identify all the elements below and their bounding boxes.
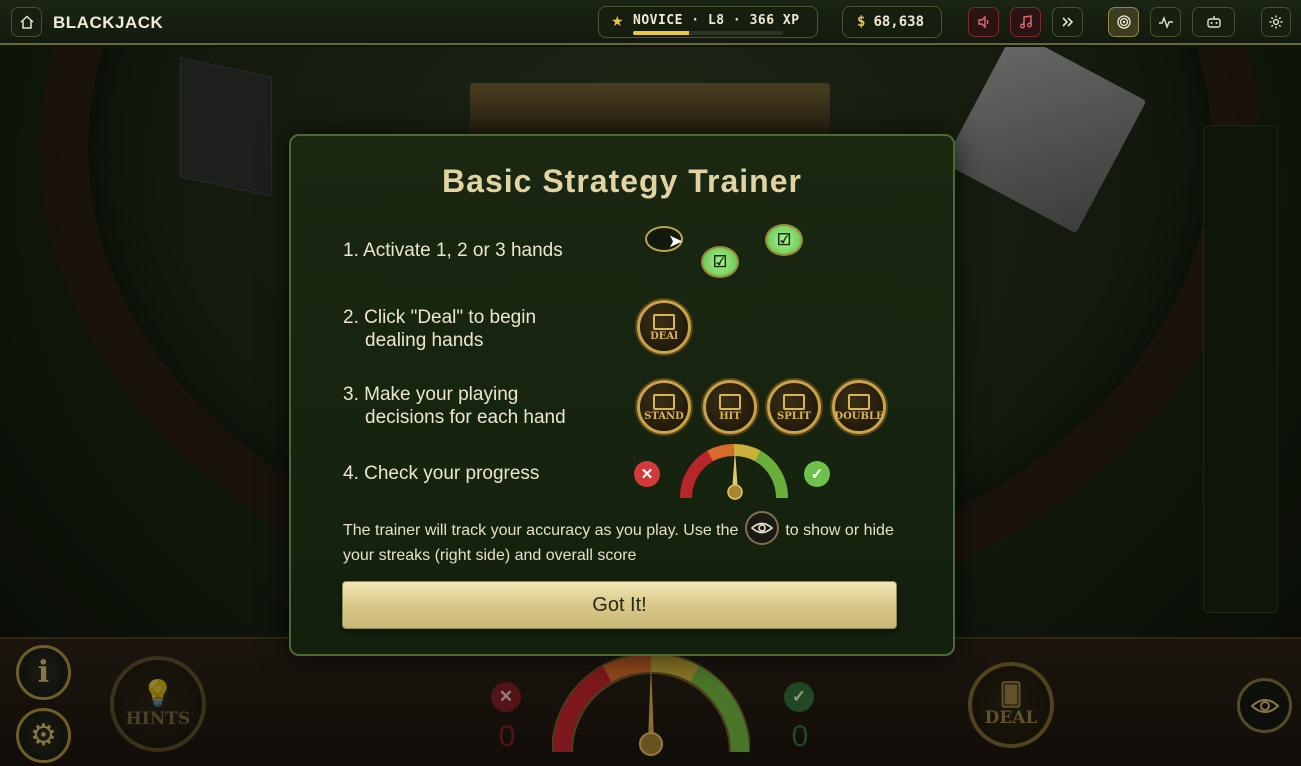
level-text: NOVICE · L8 · 366 XP <box>633 13 800 28</box>
activity-icon <box>1158 15 1173 30</box>
level-badge: ★ NOVICE · L8 · 366 XP <box>598 6 818 38</box>
step-number: 4. <box>343 463 359 484</box>
stand-coin-icon: STAND <box>637 380 691 434</box>
trainer-note: The trainer will track your accuracy as … <box>343 511 913 566</box>
step-1: 1. Activate 1, 2 or 3 hands <box>343 239 563 262</box>
home-icon <box>19 15 34 29</box>
hit-coin-icon: HIT <box>703 380 757 434</box>
game-title: BLACKJACK <box>53 13 164 32</box>
wrong-icon: ✕ <box>634 461 660 487</box>
stats-button[interactable] <box>1150 7 1181 37</box>
music-icon <box>1019 15 1032 29</box>
currency-symbol: $ <box>857 14 866 30</box>
sound-icon <box>977 15 988 29</box>
step-text: Check your progress <box>364 463 540 484</box>
trainer-dialog: Basic Strategy Trainer 1. Activate 1, 2 … <box>289 134 955 656</box>
step-text-continued: decisions for each hand <box>365 407 566 428</box>
active-betting-circle-icon: ☑ <box>701 246 739 278</box>
home-button[interactable] <box>11 7 42 37</box>
top-bar: BLACKJACK ★ NOVICE · L8 · 366 XP $ 68,63… <box>0 0 1301 45</box>
fast-forward-button[interactable] <box>1052 7 1083 37</box>
step-text: Make your playing <box>364 384 519 405</box>
cards-icon <box>653 314 675 330</box>
music-toggle-button[interactable] <box>1010 7 1041 37</box>
step-number: 3. <box>343 384 359 405</box>
xp-progress-fill <box>633 31 689 35</box>
step-text: Click "Deal" to begin <box>364 307 537 328</box>
deal-coin-icon: DEAl <box>637 300 691 354</box>
progress-gauge-icon <box>679 444 789 500</box>
cards-icon <box>848 394 870 410</box>
cards-icon <box>783 394 805 410</box>
note-text-start: The trainer will track your accuracy as … <box>343 522 739 540</box>
step-text-continued: dealing hands <box>365 330 484 351</box>
hit-coin-label: HIT <box>719 411 741 422</box>
sound-toggle-button[interactable] <box>968 7 999 37</box>
step-4: 4. Check your progress <box>343 462 539 485</box>
robot-icon <box>1206 16 1221 28</box>
split-coin-label: SPLIT <box>777 411 811 422</box>
eye-icon <box>744 511 779 545</box>
step-number: 1. <box>343 240 359 261</box>
step-2: 2. Click "Deal" to begin dealing hands <box>343 306 536 352</box>
stand-coin-label: STAND <box>644 411 684 422</box>
balance-value: 68,638 <box>873 14 925 30</box>
star-icon: ★ <box>611 13 624 29</box>
double-coin-icon: DOUBLE <box>832 380 886 434</box>
settings-button[interactable] <box>1261 7 1291 37</box>
got-it-button[interactable]: Got It! <box>342 581 897 629</box>
step-number: 2. <box>343 307 359 328</box>
deal-coin-label: DEAl <box>650 331 678 342</box>
correct-icon: ✓ <box>804 461 830 487</box>
balance-display: $ 68,638 <box>842 6 942 38</box>
dialog-title: Basic Strategy Trainer <box>442 163 802 199</box>
hand-icon <box>653 394 675 410</box>
target-icon <box>1116 15 1131 29</box>
fast-forward-icon <box>1061 17 1073 27</box>
step-text: Activate 1, 2 or 3 hands <box>363 240 563 261</box>
pointer-cursor-icon: ➤ <box>668 231 684 251</box>
step-3: 3. Make your playing decisions for each … <box>343 383 566 429</box>
xp-progress-bar <box>633 31 783 35</box>
active-betting-circle-icon: ☑ <box>765 224 803 256</box>
trainer-mode-button[interactable] <box>1108 7 1139 37</box>
split-coin-icon: SPLIT <box>767 380 821 434</box>
cards-icon <box>719 394 741 410</box>
double-coin-label: DOUBLE <box>834 411 884 422</box>
auto-play-button[interactable] <box>1192 7 1235 37</box>
gear-icon <box>1269 15 1283 29</box>
